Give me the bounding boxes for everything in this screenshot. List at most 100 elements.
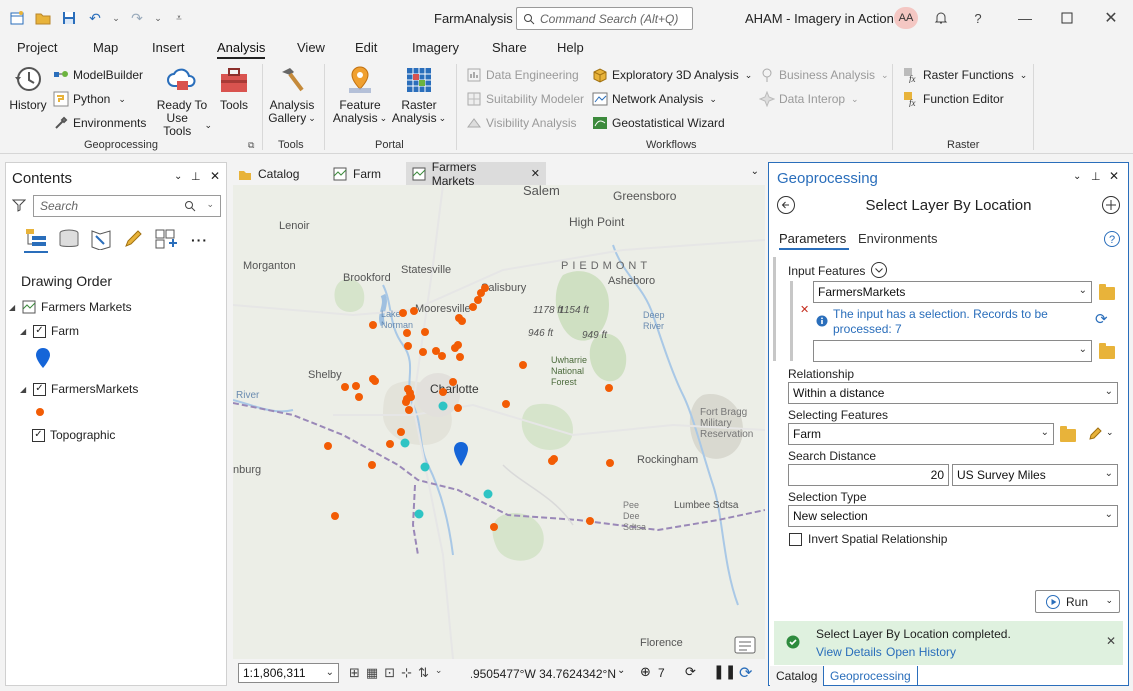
layer-visibility-checkbox[interactable]: ✓ bbox=[33, 324, 46, 338]
pin-icon[interactable]: ⊥ bbox=[191, 170, 201, 183]
farmers-market-point[interactable] bbox=[469, 303, 477, 311]
environments-button[interactable]: Environments bbox=[53, 115, 146, 131]
farmers-market-point[interactable] bbox=[502, 400, 510, 408]
farmers-market-point[interactable] bbox=[404, 342, 412, 350]
coordinate-format-icon[interactable]: ⌄ bbox=[617, 665, 625, 676]
invert-checkbox[interactable] bbox=[789, 532, 802, 546]
farmers-market-point[interactable] bbox=[519, 361, 527, 369]
farmers-market-point[interactable] bbox=[406, 389, 414, 397]
chevron-down-icon[interactable]: ⌄ bbox=[435, 665, 443, 681]
expand-triangle-icon[interactable]: ◢ bbox=[20, 385, 28, 394]
farmers-market-point[interactable] bbox=[403, 329, 411, 337]
browse-folder-icon[interactable] bbox=[1099, 284, 1115, 300]
raster-analysis-button[interactable]: Raster Analysis ⌄ bbox=[392, 64, 446, 125]
selected-market-point[interactable] bbox=[400, 438, 410, 448]
modelbuilder-button[interactable]: ModelBuilder bbox=[53, 67, 143, 83]
invert-spatial-relationship-row[interactable]: Invert Spatial Relationship bbox=[789, 532, 947, 546]
tab-share[interactable]: Share bbox=[492, 40, 527, 55]
layer-visibility-checkbox[interactable]: ✓ bbox=[32, 428, 45, 442]
tab-catalog-view[interactable]: Catalog bbox=[232, 162, 305, 185]
layer-visibility-checkbox[interactable]: ✓ bbox=[33, 382, 46, 396]
selected-market-point[interactable] bbox=[420, 462, 430, 472]
farmers-market-point[interactable] bbox=[456, 353, 464, 361]
toc-layer-farmersmarkets[interactable]: ◢ ✓ FarmersMarkets bbox=[20, 382, 138, 396]
list-by-selection-icon[interactable] bbox=[90, 228, 112, 250]
expand-triangle-icon[interactable]: ◢ bbox=[9, 303, 17, 312]
farmers-market-point[interactable] bbox=[481, 284, 489, 292]
search-distance-unit-select[interactable]: US Survey Miles ⌄ bbox=[952, 464, 1118, 486]
minimize-icon[interactable]: — bbox=[1015, 8, 1035, 28]
data-interop-button[interactable]: Data Interop ⌄ bbox=[759, 91, 859, 107]
list-by-drawing-order-icon[interactable] bbox=[24, 227, 48, 249]
save-project-icon[interactable] bbox=[60, 9, 78, 27]
tab-insert[interactable]: Insert bbox=[152, 40, 185, 55]
analysis-gallery-button[interactable]: Analysis Gallery ⌄ bbox=[268, 64, 316, 125]
open-project-icon[interactable] bbox=[34, 9, 52, 27]
customize-toolbar-icon[interactable]: ⩡ bbox=[170, 9, 188, 27]
farmers-market-point[interactable] bbox=[454, 341, 462, 349]
selected-market-point[interactable] bbox=[438, 401, 448, 411]
farmers-market-point[interactable] bbox=[410, 307, 418, 315]
pin-icon[interactable]: ⊥ bbox=[1091, 170, 1101, 183]
farm-marker-icon[interactable] bbox=[453, 441, 469, 467]
tab-imagery[interactable]: Imagery bbox=[412, 40, 459, 55]
data-engineering-button[interactable]: Data Engineering bbox=[466, 67, 579, 83]
expand-triangle-icon[interactable]: ◢ bbox=[20, 327, 28, 336]
run-button[interactable]: Run ⌄ bbox=[1035, 590, 1120, 613]
raster-functions-button[interactable]: fx Raster Functions ⌄ bbox=[903, 67, 1027, 83]
selected-features-icon[interactable]: ⊕ bbox=[640, 664, 651, 680]
chevron-down-icon[interactable]: ⌄ bbox=[1106, 427, 1114, 438]
tab-project[interactable]: Project bbox=[17, 40, 57, 55]
close-icon[interactable]: ✕ bbox=[1109, 169, 1119, 183]
notifications-bell-icon[interactable] bbox=[931, 8, 951, 28]
close-icon[interactable]: ✕ bbox=[531, 167, 540, 180]
tab-edit[interactable]: Edit bbox=[355, 40, 377, 55]
north-arrow-icon[interactable]: ⇅ bbox=[418, 665, 429, 681]
tab-map[interactable]: Map bbox=[93, 40, 118, 55]
maximize-icon[interactable] bbox=[1057, 8, 1077, 28]
close-icon[interactable]: ✕ bbox=[210, 169, 220, 183]
new-project-icon[interactable] bbox=[8, 9, 26, 27]
farmers-market-point[interactable] bbox=[369, 321, 377, 329]
selected-market-point[interactable] bbox=[414, 509, 424, 519]
undo-dropdown-icon[interactable]: ⌄ bbox=[112, 9, 120, 27]
more-options-icon[interactable]: ··· bbox=[191, 232, 208, 248]
farmers-market-point[interactable] bbox=[352, 382, 360, 390]
chevron-down-icon[interactable]: ⌄ bbox=[751, 166, 759, 177]
map-scale-select[interactable]: 1:1,806,311 ⌄ bbox=[238, 663, 339, 683]
farmers-market-point[interactable] bbox=[399, 309, 407, 317]
dialog-launcher-icon[interactable]: ⧉ bbox=[248, 140, 254, 151]
remove-icon[interactable]: ✕ bbox=[800, 303, 809, 316]
farmers-market-point[interactable] bbox=[371, 377, 379, 385]
refresh-icon[interactable]: ⟳ bbox=[1095, 310, 1108, 328]
selected-market-point[interactable] bbox=[483, 489, 493, 499]
python-button[interactable]: Python ⌄ bbox=[53, 91, 126, 107]
search-distance-input[interactable]: 20 bbox=[788, 464, 949, 486]
close-icon[interactable]: ✕ bbox=[1101, 8, 1121, 28]
farmers-market-point[interactable] bbox=[397, 428, 405, 436]
additional-input-select[interactable]: ⌄ bbox=[813, 340, 1092, 362]
farmers-market-point[interactable] bbox=[438, 352, 446, 360]
add-icon[interactable] bbox=[1101, 195, 1121, 215]
farmers-market-point[interactable] bbox=[421, 328, 429, 336]
snapping-icon[interactable]: ⊡ bbox=[384, 665, 395, 681]
table-icon[interactable]: ▦ bbox=[366, 665, 378, 681]
map-view[interactable]: Salem Greensboro High Point Lenoir Morganton… bbox=[233, 185, 765, 659]
refresh-icon[interactable]: ⟳ bbox=[685, 664, 696, 680]
pause-drawing-icon[interactable]: ❚❚ bbox=[713, 663, 736, 680]
list-by-editing-icon[interactable] bbox=[122, 228, 144, 250]
visibility-analysis-button[interactable]: Visibility Analysis bbox=[466, 115, 576, 131]
toc-map-item[interactable]: ◢ Farmers Markets bbox=[9, 300, 132, 314]
help-icon[interactable]: ? bbox=[968, 8, 988, 28]
business-analysis-button[interactable]: Business Analysis ⌄ bbox=[759, 67, 889, 83]
constraint-icon[interactable]: ⊹ bbox=[401, 665, 412, 681]
toc-layer-farm[interactable]: ◢ ✓ Farm bbox=[20, 324, 79, 338]
selection-type-select[interactable]: New selection ⌄ bbox=[788, 505, 1118, 527]
tab-parameters[interactable]: Parameters bbox=[779, 231, 846, 246]
farmers-market-point[interactable] bbox=[449, 378, 457, 386]
input-features-select[interactable]: FarmersMarkets ⌄ bbox=[813, 281, 1092, 303]
tab-farm-map[interactable]: Farm bbox=[327, 162, 387, 185]
feature-analysis-button[interactable]: Feature Analysis ⌄ bbox=[333, 64, 387, 125]
farmers-market-point[interactable] bbox=[324, 442, 332, 450]
farmers-market-point[interactable] bbox=[341, 383, 349, 391]
